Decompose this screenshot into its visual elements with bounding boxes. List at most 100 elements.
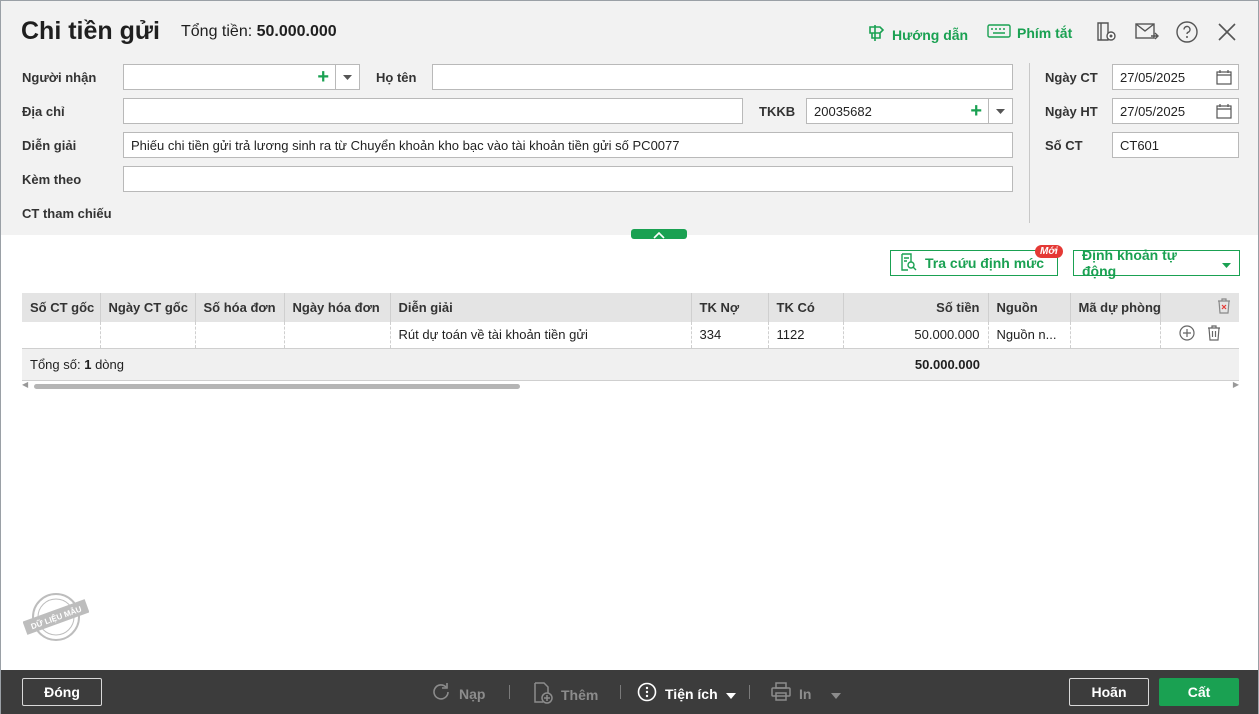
column-header[interactable]: Nguồn [988, 293, 1071, 322]
add-label: Thêm [561, 686, 599, 703]
cell-so-ct-goc[interactable] [22, 322, 101, 349]
attach-field[interactable] [123, 166, 1013, 192]
reload-icon [431, 682, 451, 705]
reload-button[interactable]: Nạp [431, 682, 485, 705]
email-icon[interactable] [1135, 20, 1159, 44]
description-field[interactable]: Phiếu chi tiền gửi trả lương sinh ra từ … [123, 132, 1013, 158]
chevron-down-icon [1222, 255, 1231, 271]
description-value: Phiếu chi tiền gửi trả lương sinh ra từ … [131, 137, 680, 153]
column-header[interactable]: Diễn giải [390, 293, 692, 322]
footer-separator [749, 685, 750, 699]
doc-date-field[interactable]: 27/05/2025 [1112, 64, 1239, 90]
chevron-down-icon[interactable] [988, 99, 1012, 123]
detail-grid: Số CT gốc Ngày CT gốc Số hóa đơn Ngày hó… [22, 293, 1239, 381]
row-count-suffix: dòng [95, 356, 124, 372]
column-header[interactable]: TK Có [768, 293, 844, 322]
footer-separator [509, 685, 510, 699]
doc-no-field[interactable]: CT601 [1112, 132, 1239, 158]
post-date-field[interactable]: 27/05/2025 [1112, 98, 1239, 124]
post-date-value: 27/05/2025 [1120, 103, 1186, 119]
delete-icon[interactable] [1207, 325, 1221, 344]
address-label: Địa chỉ [22, 104, 65, 119]
header-panel: Chi tiền gửi Tổng tiền: 50.000.000 Hướng… [1, 1, 1258, 235]
delete-all-cell [1160, 293, 1239, 322]
lookup-norm-label: Tra cứu định mức [925, 255, 1045, 271]
keyboard-icon [987, 23, 1011, 42]
chevron-down-icon [725, 686, 736, 702]
tkkb-label: TKKB [759, 104, 796, 119]
chevron-down-icon[interactable] [335, 65, 359, 89]
save-button[interactable]: Cất [1159, 678, 1239, 706]
undo-button[interactable]: Hoãn [1069, 678, 1149, 706]
calendar-icon[interactable] [1216, 69, 1232, 88]
add-button[interactable]: Thêm [533, 682, 598, 707]
collapse-header-button[interactable] [631, 229, 687, 239]
plus-icon[interactable]: + [317, 67, 329, 87]
doc-date-label: Ngày CT [1045, 70, 1098, 85]
add-doc-icon [533, 682, 553, 707]
grid-total: 50.000.000 [843, 348, 988, 381]
utility-menu[interactable]: Tiện ích [637, 682, 736, 705]
auto-entry-button[interactable]: Định khoản tự động [1073, 247, 1240, 279]
post-date-label: Ngày HT [1045, 104, 1098, 119]
tkkb-value: 20035682 [814, 103, 872, 119]
lookup-norm-button[interactable]: Tra cứu định mức [890, 250, 1058, 276]
chevron-up-icon [653, 227, 665, 242]
shortcut-link[interactable]: Phím tắt [987, 23, 1072, 42]
column-header[interactable]: Số hóa đơn [195, 293, 285, 322]
name-label: Họ tên [376, 70, 417, 85]
column-header[interactable]: Số CT gốc [22, 293, 101, 322]
undo-label: Hoãn [1091, 684, 1127, 700]
lookup-icon [899, 252, 917, 274]
attach-label: Kèm theo [22, 172, 82, 187]
scroll-thumb[interactable] [34, 384, 520, 389]
horizontal-scrollbar[interactable]: ◀ ▶ [22, 380, 1239, 391]
close-icon[interactable] [1215, 20, 1239, 44]
cell-tk-co[interactable]: 1122 [768, 322, 844, 349]
table-row[interactable]: Rút dự toán về tài khoản tiền gửi 334 11… [22, 322, 1239, 349]
cell-so-tien[interactable]: 50.000.000 [843, 322, 989, 349]
plus-icon[interactable]: + [970, 101, 982, 121]
column-header[interactable]: TK Nợ [691, 293, 769, 322]
add-row-icon[interactable] [1179, 325, 1195, 344]
total-amount: Tổng tiền: 50.000.000 [181, 23, 337, 41]
guide-label: Hướng dẫn [892, 26, 969, 43]
print-menu[interactable]: In [771, 682, 842, 705]
close-button[interactable]: Đóng [22, 678, 102, 706]
recipient-field[interactable]: + [123, 64, 360, 90]
info-icon [637, 682, 657, 705]
tkkb-field[interactable]: 20035682 + [806, 98, 1013, 124]
name-field[interactable] [432, 64, 1013, 90]
cell-ngay-ct-goc[interactable] [100, 322, 196, 349]
cell-ma-du-phong[interactable] [1070, 322, 1161, 349]
total-value: 50.000.000 [256, 23, 337, 40]
column-header[interactable]: Ngày CT gốc [100, 293, 196, 322]
sample-data-stamp: DỮ LIỆU MẪU [22, 591, 90, 643]
dialog-window: Chi tiền gửi Tổng tiền: 50.000.000 Hướng… [0, 0, 1259, 714]
help-icon[interactable] [1175, 20, 1199, 44]
utility-label: Tiện ích [665, 685, 718, 702]
column-header[interactable]: Số tiền [843, 293, 989, 322]
auto-entry-label: Định khoản tự động [1082, 247, 1177, 279]
print-icon [771, 682, 791, 705]
scroll-left-icon[interactable]: ◀ [22, 380, 28, 389]
cell-tk-no[interactable]: 334 [691, 322, 769, 349]
cell-dien-giai[interactable]: Rút dự toán về tài khoản tiền gửi [390, 322, 692, 349]
recipient-label: Người nhận [22, 70, 97, 85]
column-header[interactable]: Mã dự phòng [1070, 293, 1161, 322]
row-count: Tổng số: 1 dòng [22, 348, 843, 381]
reload-label: Nạp [459, 685, 486, 702]
row-count-value: 1 [84, 356, 92, 372]
address-field[interactable] [123, 98, 743, 124]
page-title: Chi tiền gửi [21, 17, 160, 45]
calendar-icon[interactable] [1216, 103, 1232, 122]
cell-ngay-hoa-don[interactable] [284, 322, 391, 349]
cell-so-hoa-don[interactable] [195, 322, 285, 349]
view-icon[interactable] [1094, 20, 1118, 44]
scroll-right-icon[interactable]: ▶ [1233, 380, 1239, 389]
cell-nguon[interactable]: Nguồn n... [988, 322, 1071, 349]
guide-icon [866, 23, 886, 46]
column-header[interactable]: Ngày hóa đơn [284, 293, 391, 322]
delete-all-icon[interactable] [1217, 298, 1231, 317]
guide-link[interactable]: Hướng dẫn [866, 23, 968, 46]
